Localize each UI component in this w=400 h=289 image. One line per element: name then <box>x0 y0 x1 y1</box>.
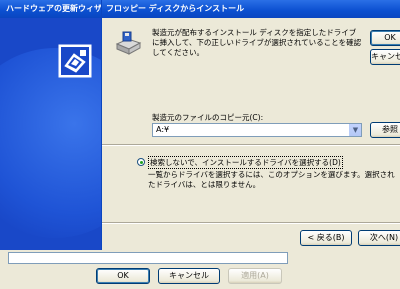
install-from-disk-dialog: フロッピー ディスクからインストール 製造元が配布するインストール ディスクを指… <box>101 0 400 250</box>
browse-button[interactable]: 参照 <box>370 122 400 138</box>
source-path-value: A:¥ <box>156 125 170 134</box>
dialog-title: フロッピー ディスクからインストール <box>106 4 245 13</box>
next-nav-button[interactable]: 次へ(N) <box>358 230 400 246</box>
source-path-label: 製造元のファイルのコピー元(C): <box>152 113 264 122</box>
intro-text: 製造元が配布するインストール ディスクを指定したドライブに挿入して、下の正しいド… <box>152 28 362 57</box>
back-ok-button[interactable]: OK <box>96 268 150 284</box>
hardware-list-strip <box>8 252 288 264</box>
section-divider <box>102 144 400 146</box>
back-cancel-button[interactable]: キャンセル <box>158 268 220 284</box>
chevron-down-icon[interactable]: ▼ <box>349 124 361 136</box>
wizard-banner <box>0 18 102 250</box>
floppy-drive-icon <box>115 31 142 55</box>
select-driver-radio[interactable] <box>137 158 145 166</box>
dialog-title-bar[interactable]: フロッピー ディスクからインストール <box>102 0 400 18</box>
back-nav-button[interactable]: < 戻る(B) <box>300 230 352 246</box>
source-path-combo[interactable]: A:¥ ▼ <box>152 123 362 137</box>
back-apply-button[interactable]: 適用(A) <box>228 268 282 284</box>
dialog-ok-button[interactable]: OK <box>370 30 400 46</box>
footer-divider <box>102 222 400 224</box>
select-driver-radio-label[interactable]: 検索しないで、インストールするドライバを選択する(D) <box>148 156 343 169</box>
select-driver-description: 一覧からドライバを選択するには、このオプションを選びます。選択されたドライバは、… <box>148 170 395 189</box>
hardware-icon <box>58 44 92 78</box>
dialog-cancel-button[interactable]: キャンセル <box>370 49 400 65</box>
